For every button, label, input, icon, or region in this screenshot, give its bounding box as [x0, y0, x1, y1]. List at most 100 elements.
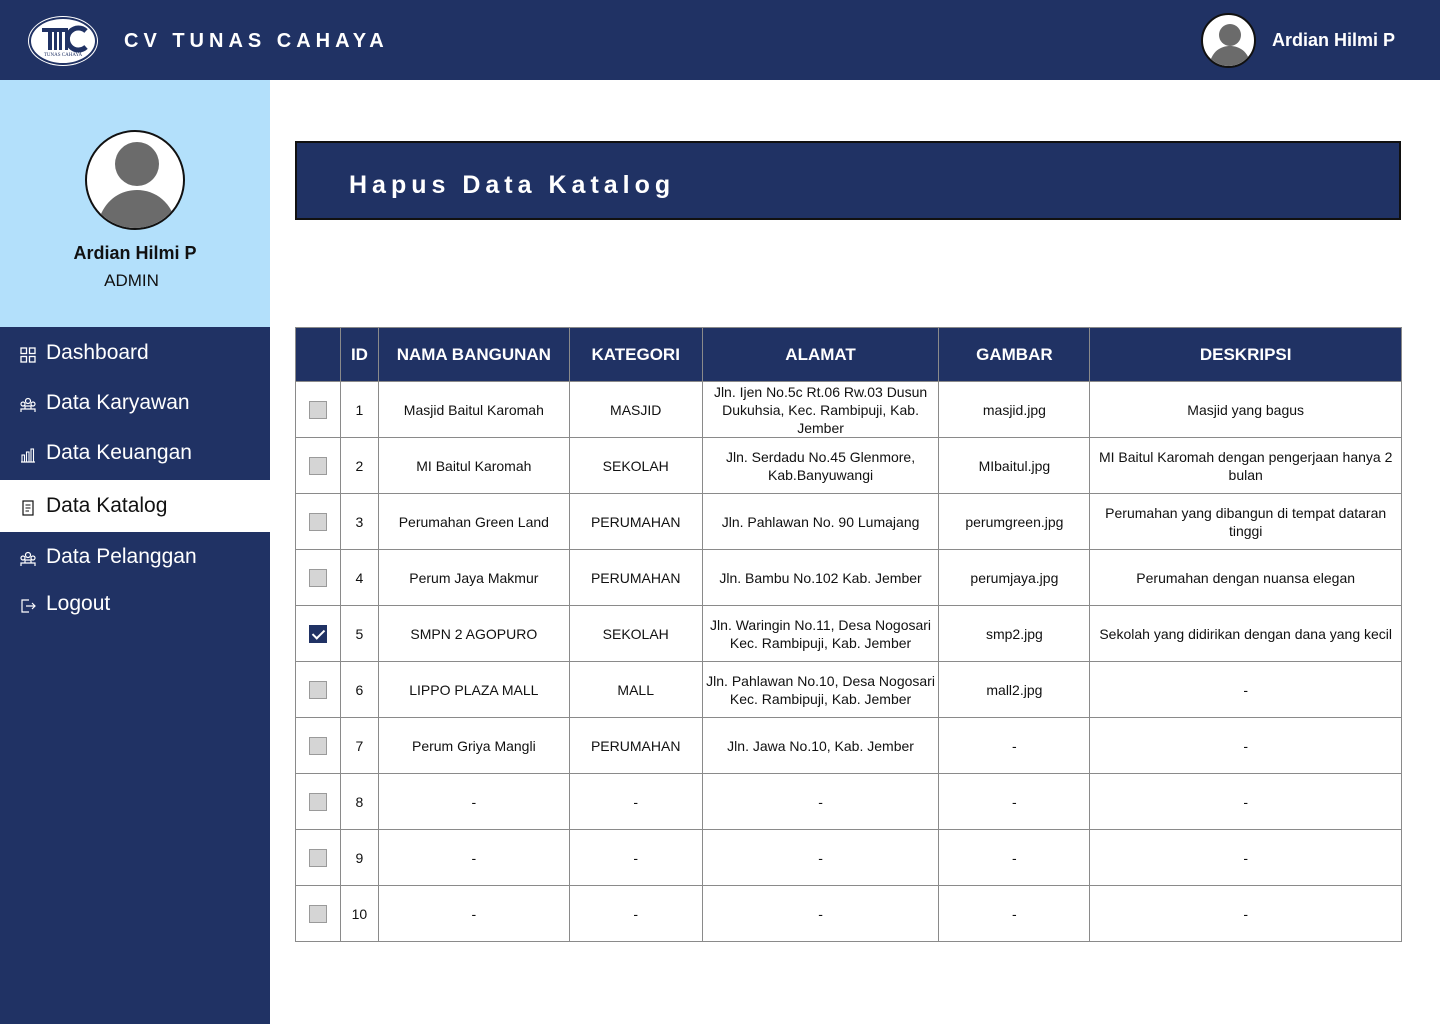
select-cell: [295, 437, 341, 494]
cell-nama: -: [377, 885, 570, 942]
cell-alamat: Jln. Jawa No.10, Kab. Jember: [701, 717, 940, 774]
select-cell: [295, 885, 341, 942]
table-row: 9-----: [295, 829, 1402, 886]
cell-deskripsi: -: [1089, 829, 1402, 886]
table-row: 1 Masjid Baitul Karomah MASJID Jln. Ijen No…: [295, 381, 1402, 438]
sidebar-item-label: Data Keuangan: [46, 441, 192, 464]
logo-caption: TUNAS CAHAYA: [43, 53, 83, 58]
cell-id: 6: [339, 661, 379, 718]
table-row: 4 Perum Jaya Makmur PERUMAHAN Jln. Bambu No…: [295, 549, 1402, 606]
row-checkbox[interactable]: [308, 849, 327, 868]
user-avatar-icon: [97, 142, 177, 228]
select-cell: [295, 773, 341, 830]
header-user-name[interactable]: Ardian Hilmi P: [1272, 30, 1395, 51]
cell-deskripsi: -: [1089, 717, 1402, 774]
cell-nama: Perumahan Green Land: [377, 493, 570, 550]
select-cell: [295, 381, 341, 438]
select-cell: [295, 549, 341, 606]
cell-kategori: SEKOLAH: [568, 605, 703, 662]
cell-deskripsi: Masjid yang bagus: [1089, 381, 1402, 438]
row-checkbox[interactable]: [308, 401, 327, 420]
page-title: Hapus Data Katalog: [349, 171, 676, 199]
cell-deskripsi: Sekolah yang didirikan dengan dana yang …: [1089, 605, 1402, 662]
top-bar: TUNAS CAHAYA CV TUNAS CAHAYA Ardian Hilm…: [0, 0, 1440, 80]
cell-alamat: Jln. Pahlawan No.10, Desa Nogosari Kec. …: [701, 661, 940, 718]
cell-alamat: -: [701, 773, 940, 830]
cell-id: 8: [339, 773, 379, 830]
cell-kategori: PERUMAHAN: [568, 717, 703, 774]
row-checkbox[interactable]: [308, 793, 327, 812]
sidebar-item-data-pelanggan[interactable]: Data Pelanggan: [0, 532, 270, 582]
user-avatar-icon: [1209, 24, 1251, 66]
company-logo[interactable]: TUNAS CAHAYA: [29, 17, 97, 65]
cell-gambar: perumgreen.jpg: [938, 493, 1091, 550]
table-row: 3 Perumahan Green Land PERUMAHAN Jln. Pahla…: [295, 493, 1402, 550]
row-checkbox[interactable]: [308, 569, 327, 588]
cell-gambar: -: [938, 717, 1091, 774]
cell-nama: LIPPO PLAZA MALL: [377, 661, 570, 718]
cell-nama: Perum Griya Mangli: [377, 717, 570, 774]
logo-mark-icon: [42, 25, 88, 53]
row-checkbox[interactable]: [308, 681, 327, 700]
column-header-nama-bangunan: NAMA BANGUNAN: [377, 327, 570, 382]
column-header-gambar: GAMBAR: [938, 327, 1091, 382]
column-header-id: ID: [339, 327, 379, 382]
row-checkbox[interactable]: [308, 737, 327, 756]
column-header-alamat: ALAMAT: [701, 327, 940, 382]
table-header-row: ID NAMA BANGUNAN KATEGORI ALAMAT GAMBAR …: [295, 327, 1402, 382]
users-icon: [20, 395, 36, 412]
cell-nama: SMPN 2 AGOPURO: [377, 605, 570, 662]
catalog-table: ID NAMA BANGUNAN KATEGORI ALAMAT GAMBAR …: [295, 327, 1402, 942]
select-cell: [295, 661, 341, 718]
row-checkbox[interactable]: [308, 625, 327, 644]
profile-name: Ardian Hilmi P: [73, 243, 197, 263]
select-cell: [295, 829, 341, 886]
cell-id: 10: [339, 885, 379, 942]
cell-kategori: MASJID: [568, 381, 703, 438]
cell-nama: -: [377, 773, 570, 830]
logout-icon: [20, 596, 36, 613]
cell-kategori: SEKOLAH: [568, 437, 703, 494]
cell-gambar: mall2.jpg: [938, 661, 1091, 718]
profile-role: ADMIN: [104, 271, 159, 290]
select-cell: [295, 717, 341, 774]
cell-nama: MI Baitul Karomah: [377, 437, 570, 494]
avatar[interactable]: [1201, 13, 1256, 68]
cell-gambar: -: [938, 829, 1091, 886]
sidebar-item-dashboard[interactable]: Dashboard: [0, 328, 270, 378]
sidebar-item-data-keuangan[interactable]: Data Keuangan: [0, 428, 270, 478]
cell-id: 7: [339, 717, 379, 774]
sidebar-item-data-katalog[interactable]: Data Katalog: [0, 480, 270, 532]
cell-gambar: MIbaitul.jpg: [938, 437, 1091, 494]
cell-nama: Perum Jaya Makmur: [377, 549, 570, 606]
cell-gambar: -: [938, 885, 1091, 942]
sidebar-item-logout[interactable]: Logout: [0, 579, 270, 629]
select-cell: [295, 493, 341, 550]
table-row: 10- - - - -: [295, 885, 1402, 942]
table-row: 7 Perum Griya Mangli PERUMAHAN Jln. Jawa No…: [295, 717, 1402, 774]
cell-alamat: -: [701, 885, 940, 942]
sidebar-item-label: Logout: [46, 592, 111, 615]
cell-kategori: MALL: [568, 661, 703, 718]
sidebar-item-label: Dashboard: [46, 341, 149, 364]
cell-gambar: smp2.jpg: [938, 605, 1091, 662]
cell-gambar: -: [938, 773, 1091, 830]
cell-deskripsi: -: [1089, 661, 1402, 718]
grid-icon: [20, 345, 36, 363]
cell-id: 2: [339, 437, 379, 494]
row-checkbox[interactable]: [308, 905, 327, 924]
cell-id: 3: [339, 493, 379, 550]
row-checkbox[interactable]: [308, 457, 327, 476]
cell-kategori: -: [568, 773, 703, 830]
cell-alamat: Jln. Ijen No.5c Rt.06 Rw.03 Dusun Dukuhs…: [701, 381, 940, 438]
cell-kategori: PERUMAHAN: [568, 493, 703, 550]
cell-gambar: perumjaya.jpg: [938, 549, 1091, 606]
cell-kategori: -: [568, 885, 703, 942]
column-header-kategori: KATEGORI: [568, 327, 703, 382]
cell-id: 4: [339, 549, 379, 606]
sidebar-item-data-karyawan[interactable]: Data Karyawan: [0, 378, 270, 428]
cell-kategori: -: [568, 829, 703, 886]
sidebar-item-label: Data Katalog: [46, 494, 168, 517]
row-checkbox[interactable]: [308, 513, 327, 532]
cell-gambar: masjid.jpg: [938, 381, 1091, 438]
